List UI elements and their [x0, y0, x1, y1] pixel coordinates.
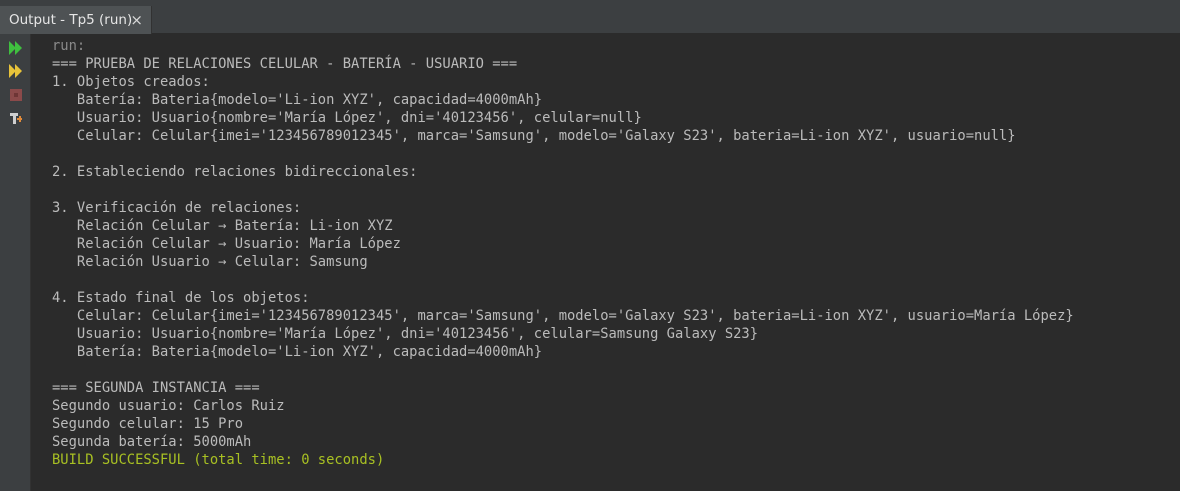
output-tab-bar: Output - Tp5 (run) ×	[0, 4, 1180, 34]
build-status-line: BUILD SUCCESSFUL (total time: 0 seconds)	[52, 452, 385, 468]
rerun-button[interactable]	[6, 38, 26, 58]
console-line: 3. Verificación de relaciones:	[52, 200, 302, 216]
rerun-with-options-button[interactable]	[6, 61, 26, 81]
console-lines: run: === PRUEBA DE RELACIONES CELULAR - …	[52, 37, 1074, 469]
console-line: Usuario: Usuario{nombre='María López', d…	[52, 110, 642, 126]
settings-button[interactable]	[6, 108, 26, 128]
stop-icon	[10, 89, 22, 101]
console-output[interactable]: run: === PRUEBA DE RELACIONES CELULAR - …	[31, 34, 1180, 491]
rerun-icon	[9, 41, 22, 55]
console-line: Segundo usuario: Carlos Ruiz	[52, 398, 285, 414]
console-line: Relación Usuario → Celular: Samsung	[52, 254, 368, 270]
console-line: === PRUEBA DE RELACIONES CELULAR - BATER…	[52, 56, 518, 72]
tab-output-tp5-run[interactable]: Output - Tp5 (run) ×	[0, 6, 152, 34]
console-line: 1. Objetos creados:	[52, 74, 210, 90]
console-line: Relación Celular → Batería: Li-ion XYZ	[52, 218, 393, 234]
console-line: === SEGUNDA INSTANCIA ===	[52, 380, 260, 396]
rerun-with-options-icon	[9, 64, 22, 78]
console-line: Batería: Bateria{modelo='Li-ion XYZ', ca…	[52, 92, 543, 108]
console-line-run: run:	[52, 38, 86, 54]
close-tab-icon[interactable]: ×	[130, 11, 143, 29]
stop-button[interactable]	[6, 85, 26, 105]
console-line: Relación Celular → Usuario: María López	[52, 236, 401, 252]
output-toolbar	[0, 34, 31, 491]
console-line: Segundo celular: 15 Pro	[52, 416, 244, 432]
settings-icon	[10, 113, 22, 124]
console-line: Segunda batería: 5000mAh	[52, 434, 252, 450]
console-line: 4. Estado final de los objetos:	[52, 290, 310, 306]
console-line: 2. Estableciendo relaciones bidirecciona…	[52, 164, 418, 180]
console-line: Batería: Bateria{modelo='Li-ion XYZ', ca…	[52, 344, 543, 360]
console-line: Usuario: Usuario{nombre='María López', d…	[52, 326, 759, 342]
tab-title: Output - Tp5 (run)	[9, 12, 133, 28]
console-line: Celular: Celular{imei='123456789012345',…	[52, 308, 1074, 324]
console-line: Celular: Celular{imei='123456789012345',…	[52, 128, 1016, 144]
